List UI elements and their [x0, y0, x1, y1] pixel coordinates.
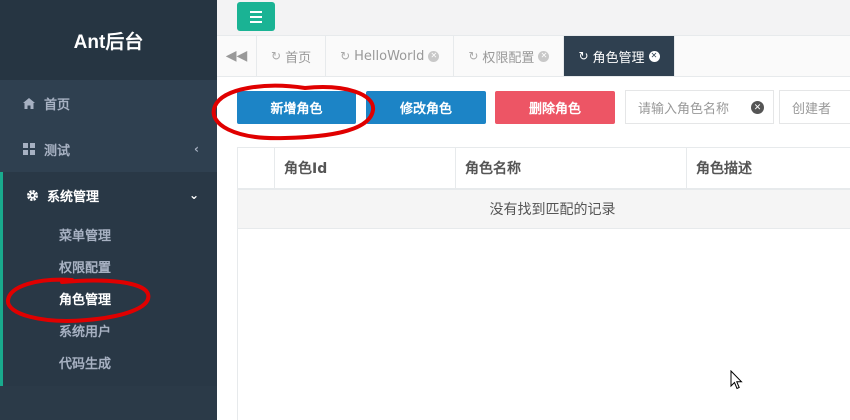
sidebar-subitem-role[interactable]: 角色管理 — [3, 282, 217, 314]
role-table: 角色Id 角色名称 角色描述 没有找到匹配的记录 — [237, 147, 850, 420]
page-tabs: ◀◀ ↻ 首页 ↻ HelloWorld ✕ ↻ 权限配置 ✕ ↻ 角色管理 ✕ — [217, 36, 850, 77]
creator-search-input[interactable]: 创建者 — [779, 90, 850, 124]
top-navbar — [217, 0, 850, 36]
home-icon — [22, 96, 36, 110]
edit-role-button[interactable]: 修改角色 — [366, 91, 486, 124]
refresh-icon[interactable]: ↻ — [340, 49, 350, 63]
table-empty-message: 没有找到匹配的记录 — [238, 190, 850, 229]
sidebar-subitem-users[interactable]: 系统用户 — [3, 314, 217, 346]
sidebar-group-system: 系统管理 ⌄ 菜单管理 权限配置 角色管理 系统用户 代码生成 — [0, 172, 217, 396]
column-header-role-name[interactable]: 角色名称 — [456, 148, 687, 188]
refresh-icon[interactable]: ↻ — [468, 49, 478, 63]
main-content: 新增角色 修改角色 删除角色 请输入角色名称 ✕ 创建者 角色Id 角色名称 角… — [217, 77, 850, 420]
refresh-icon[interactable]: ↻ — [271, 49, 281, 63]
sidebar: Ant后台 首页 测试 ‹ 系统管理 ⌄ 菜单管理 权限配置 角色管理 系统用户… — [0, 0, 217, 420]
sidebar-subitem-codegen[interactable]: 代码生成 — [3, 346, 217, 378]
refresh-icon[interactable]: ↻ — [578, 49, 588, 63]
close-icon[interactable]: ✕ — [648, 50, 660, 62]
sidebar-item-label: 系统管理 — [47, 189, 100, 205]
tab-label: HelloWorld — [354, 48, 425, 64]
clear-icon[interactable]: ✕ — [751, 101, 764, 114]
sidebar-item-label: 首页 — [44, 97, 71, 113]
chevron-left-icon: ‹ — [194, 142, 199, 156]
grid-icon — [22, 142, 36, 156]
close-icon[interactable]: ✕ — [538, 50, 550, 62]
search-placeholder: 请输入角色名称 — [638, 101, 730, 117]
chevron-down-icon: ⌄ — [188, 188, 199, 202]
menu-toggle-button[interactable] — [237, 2, 275, 31]
gear-icon — [25, 188, 39, 202]
sidebar-item-system[interactable]: 系统管理 ⌄ — [3, 172, 217, 218]
sidebar-item-test[interactable]: 测试 ‹ — [0, 126, 217, 172]
sidebar-item-home[interactable]: 首页 — [0, 80, 217, 126]
tab-label: 角色管理 — [592, 50, 645, 66]
tab-home[interactable]: ↻ 首页 — [257, 36, 327, 76]
hamburger-icon — [250, 10, 262, 13]
sidebar-footer — [0, 386, 217, 420]
table-header: 角色Id 角色名称 角色描述 — [238, 148, 850, 190]
creator-placeholder: 创建者 — [792, 101, 832, 117]
role-name-search-input[interactable]: 请输入角色名称 ✕ — [625, 90, 774, 124]
delete-role-button[interactable]: 删除角色 — [495, 91, 615, 124]
hamburger-icon — [250, 20, 262, 23]
add-role-button[interactable]: 新增角色 — [237, 91, 356, 124]
tab-role[interactable]: ↻ 角色管理 ✕ — [564, 36, 675, 76]
hamburger-icon — [250, 15, 262, 18]
select-all-column[interactable] — [238, 148, 275, 188]
tabs-scroll-left-button[interactable]: ◀◀ — [217, 36, 257, 76]
tab-helloworld[interactable]: ↻ HelloWorld ✕ — [326, 36, 455, 76]
sidebar-subitem-permission[interactable]: 权限配置 — [3, 250, 217, 282]
tab-label: 首页 — [285, 50, 312, 66]
sidebar-subitem-menu[interactable]: 菜单管理 — [3, 218, 217, 250]
double-chevron-left-icon: ◀◀ — [225, 48, 248, 64]
tab-label: 权限配置 — [482, 50, 535, 66]
mouse-cursor-icon — [730, 370, 743, 390]
close-icon[interactable]: ✕ — [428, 50, 440, 62]
brand-title: Ant后台 — [0, 0, 217, 80]
column-header-role-id[interactable]: 角色Id — [275, 148, 456, 188]
column-header-role-desc[interactable]: 角色描述 — [687, 148, 850, 188]
tab-permission[interactable]: ↻ 权限配置 ✕ — [454, 36, 565, 76]
sidebar-item-label: 测试 — [44, 143, 71, 159]
